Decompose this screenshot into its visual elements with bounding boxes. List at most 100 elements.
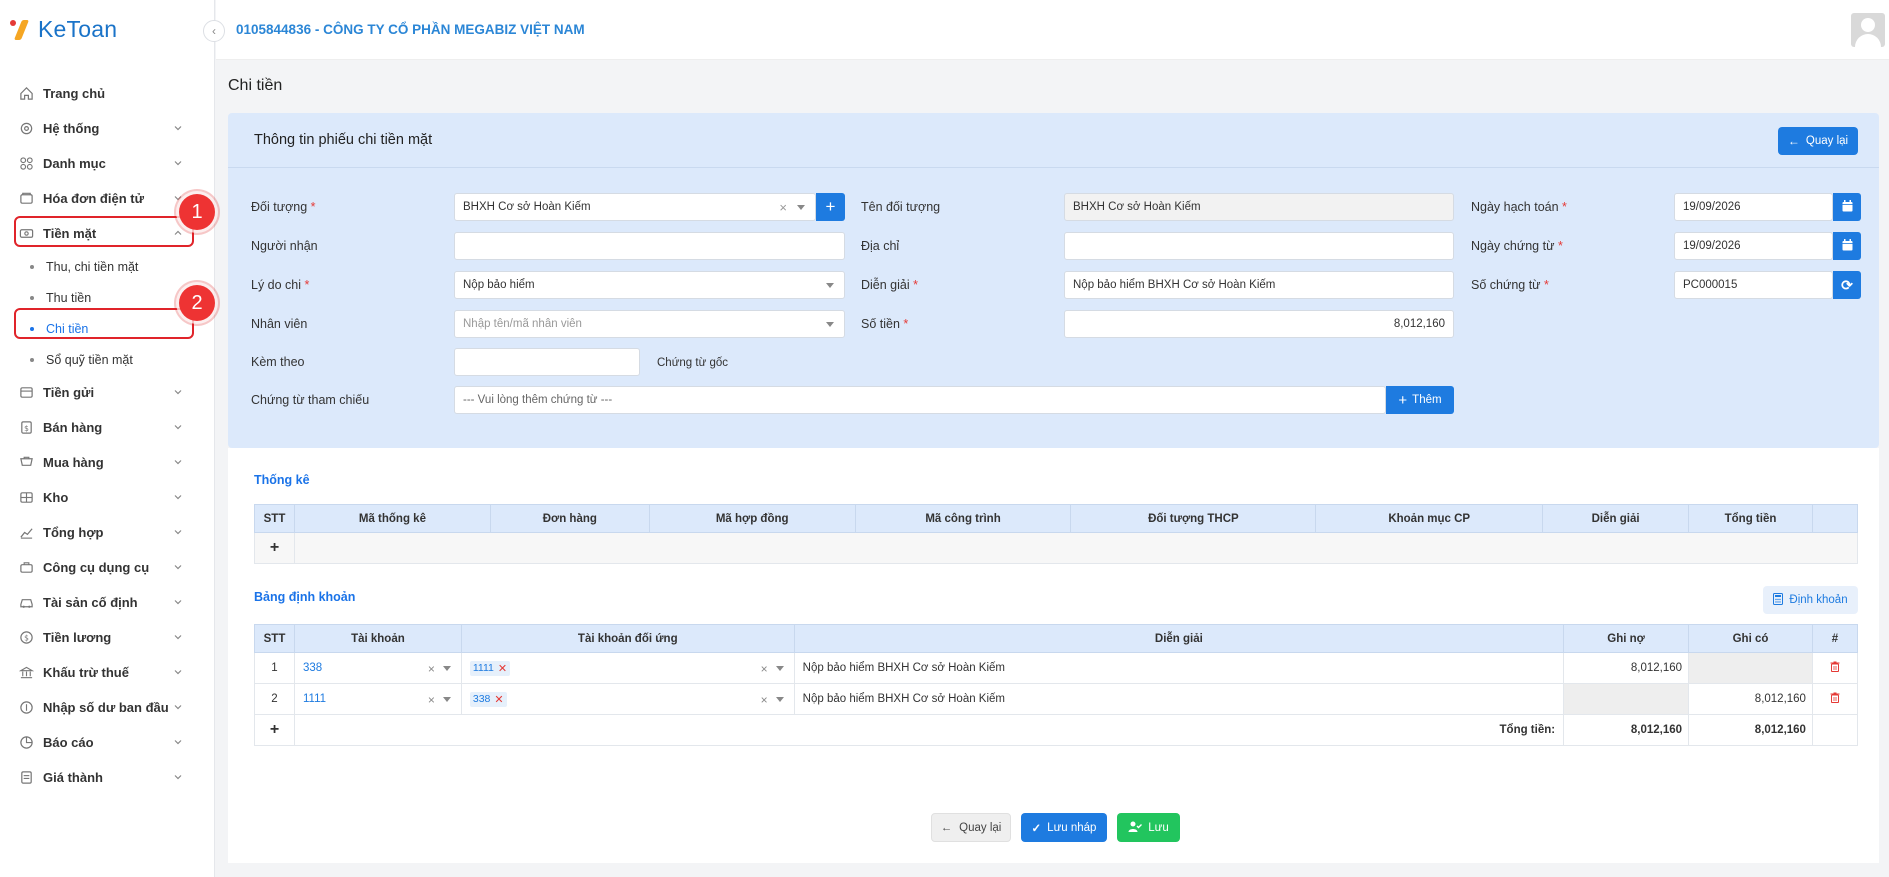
label-dien-giai: Diễn giải * <box>861 278 918 292</box>
account-select[interactable]: 338 × <box>293 652 462 684</box>
tag-remove-icon[interactable]: ✕ <box>494 693 503 706</box>
ngay-hach-toan-input[interactable]: 19/09/2026 <box>1674 193 1833 221</box>
back-button-top[interactable]: ← Quay lại <box>1778 127 1858 155</box>
clear-icon[interactable]: × <box>428 662 435 676</box>
sidebar-item-mua-hang[interactable]: Mua hàng <box>0 445 215 480</box>
sidebar-item-label: Khấu trừ thuế <box>43 665 129 680</box>
caret-down-icon[interactable] <box>775 666 784 671</box>
report-icon <box>18 735 34 751</box>
refresh-button[interactable]: ⟳ <box>1833 271 1861 299</box>
label-ten-doi-tuong: Tên đối tượng <box>861 200 941 214</box>
debit-cell[interactable]: 8,012,160 <box>1563 652 1690 684</box>
salary-icon: $ <box>18 630 34 646</box>
save-button[interactable]: Lưu <box>1117 813 1180 842</box>
add-stats-row-button[interactable]: + <box>254 532 295 564</box>
dinh-khoan-button[interactable]: Định khoản <box>1763 586 1858 614</box>
chung-tu-goc-label: Chứng từ gốc <box>657 357 729 369</box>
ketoan-logo[interactable]: KeToan <box>10 14 117 44</box>
chevron-down-icon <box>173 737 183 747</box>
kem-theo-input[interactable] <box>454 348 640 376</box>
sidebar-item-he-thong[interactable]: Hệ thống <box>0 111 215 146</box>
caret-down-icon[interactable] <box>797 205 805 210</box>
caret-down-icon[interactable] <box>442 697 451 702</box>
credit-cell[interactable]: 8,012,160 <box>1688 683 1813 715</box>
nhan-vien-select[interactable]: Nhập tên/mã nhân viên <box>454 310 845 338</box>
stt-cell: 1 <box>254 652 295 684</box>
sidebar-item-nhap-so-du[interactable]: Nhập số dư ban đầu <box>0 690 215 725</box>
delete-row-button[interactable] <box>1811 683 1859 715</box>
sidebar-item-bao-cao[interactable]: Báo cáo <box>0 725 215 760</box>
so-chung-tu-input[interactable]: PC000015 <box>1674 271 1833 299</box>
sidebar-item-danh-muc[interactable]: Danh mục <box>0 146 215 181</box>
ledger-section-title: Bảng định khoản <box>254 590 356 604</box>
label-nhan-vien: Nhân viên <box>251 317 308 331</box>
ly-do-chi-select[interactable]: Nộp bảo hiểm <box>454 271 845 299</box>
tag-remove-icon[interactable]: ✕ <box>498 662 507 675</box>
desc-cell[interactable]: Nộp bảo hiểm BHXH Cơ sở Hoàn Kiếm <box>793 683 1565 715</box>
sidebar-item-label: Nhập số dư ban đầu <box>43 700 169 715</box>
label-text: Số chứng từ <box>1471 278 1541 292</box>
sidebar-item-tien-luong[interactable]: $ Tiền lương <box>0 620 215 655</box>
sidebar-item-kho[interactable]: Kho <box>0 480 215 515</box>
dien-giai-input[interactable]: Nộp bảo hiểm BHXH Cơ sở Hoàn Kiếm <box>1064 271 1454 299</box>
caret-down-icon[interactable] <box>775 697 784 702</box>
company-name[interactable]: 0105844836 - CÔNG TY CỔ PHẦN MEGABIZ VIỆ… <box>236 22 585 37</box>
sidebar-item-khau-tru-thue[interactable]: Khấu trừ thuế <box>0 655 215 690</box>
sidebar-subitem-thu-chi[interactable]: Thu, chi tiền mặt <box>0 251 215 282</box>
total-debit: 8,012,160 <box>1563 714 1690 746</box>
save-draft-button[interactable]: ✓ Lưu nháp <box>1021 813 1107 842</box>
clear-icon[interactable]: × <box>428 693 435 707</box>
step-number: 1 <box>191 200 203 223</box>
calendar-button[interactable] <box>1833 232 1861 260</box>
clear-icon[interactable]: × <box>761 693 768 707</box>
so-tien-value: 8,012,160 <box>1393 318 1445 330</box>
calculator-icon <box>1773 592 1784 608</box>
nguoi-nhan-input[interactable] <box>454 232 845 260</box>
delete-row-button[interactable] <box>1811 652 1859 684</box>
sidebar-item-trang-chu[interactable]: Trang chủ <box>0 76 215 111</box>
label-nguoi-nhan: Người nhận <box>251 239 318 253</box>
sidebar-item-tien-gui[interactable]: Tiền gửi <box>0 375 215 410</box>
calendar-button[interactable] <box>1833 193 1861 221</box>
account-select[interactable]: 1111 × <box>293 683 462 715</box>
counter-account-select[interactable]: 1111 ✕ × <box>460 652 795 684</box>
chevron-down-icon <box>173 527 183 537</box>
them-label: Thêm <box>1412 394 1442 406</box>
chevron-left-icon: ‹ <box>212 24 216 38</box>
sidebar-item-tai-san[interactable]: Tài sản cố định <box>0 585 215 620</box>
collapse-sidebar-button[interactable]: ‹ <box>203 20 225 42</box>
sidebar-item-cong-cu[interactable]: Công cụ dụng cụ <box>0 550 215 585</box>
sidebar-item-ban-hang[interactable]: $ Bán hàng <box>0 410 215 445</box>
desc-cell[interactable]: Nộp bảo hiểm BHXH Cơ sở Hoàn Kiếm <box>793 652 1565 684</box>
logo-dot-icon <box>10 20 16 26</box>
sidebar-item-gia-thanh[interactable]: Giá thành <box>0 760 215 795</box>
col-header: STT <box>254 624 295 653</box>
chung-tu-tham-chieu-input[interactable]: --- Vui lòng thêm chứng từ --- <box>454 386 1386 414</box>
sidebar-item-label: Danh mục <box>43 156 106 171</box>
sidebar-item-tong-hop[interactable]: Tổng hợp <box>0 515 215 550</box>
stats-table: STT Mã thống kê Đơn hàng Mã hợp đồng Mã … <box>254 504 1859 564</box>
so-tien-input[interactable]: 8,012,160 <box>1064 310 1454 338</box>
clear-icon[interactable]: × <box>761 662 768 676</box>
chevron-down-icon <box>173 123 183 133</box>
caret-down-icon[interactable] <box>442 666 451 671</box>
ngay-chung-tu-input[interactable]: 19/09/2026 <box>1674 232 1833 260</box>
dia-chi-input[interactable] <box>1064 232 1454 260</box>
ledger-table: STT Tài khoản Tài khoản đối ứng Diễn giả… <box>254 624 1859 746</box>
caret-down-icon[interactable] <box>826 322 834 327</box>
logo-text: KeToan <box>38 15 118 42</box>
panel-title: Thông tin phiếu chi tiền mặt <box>254 132 433 148</box>
back-button[interactable]: ← Quay lại <box>931 813 1011 842</box>
doi-tuong-select[interactable]: BHXH Cơ sở Hoàn Kiếm × <box>454 193 816 221</box>
caret-down-icon[interactable] <box>826 283 834 288</box>
clear-icon[interactable]: × <box>779 200 787 215</box>
avatar[interactable] <box>1851 13 1885 47</box>
them-chung-tu-button[interactable]: + Thêm <box>1386 386 1454 414</box>
add-ledger-row-button[interactable]: + <box>254 714 295 746</box>
sidebar-subitem-label: Thu, chi tiền mặt <box>46 259 139 274</box>
add-doi-tuong-button[interactable]: + <box>816 193 845 221</box>
back-button-label: Quay lại <box>1805 135 1849 147</box>
sidebar-subitem-so-quy[interactable]: Sổ quỹ tiền mặt <box>0 344 215 375</box>
chevron-down-icon <box>173 632 183 642</box>
counter-account-select[interactable]: 338 ✕ × <box>460 683 795 715</box>
